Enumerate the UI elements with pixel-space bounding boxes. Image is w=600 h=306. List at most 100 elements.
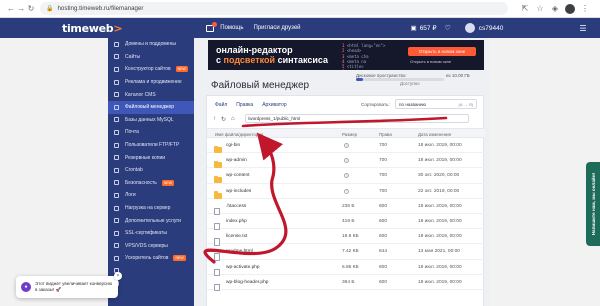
notifications-icon[interactable] [206,21,218,32]
folder-icon [214,175,222,184]
table-row[interactable]: wp-blog-header.php 364 Б 600 18 июл. 2019, … [207,275,485,292]
open-new-window-button[interactable]: Открыть в новом окне [408,47,476,56]
size-unknown-icon[interactable]: ? [344,143,349,148]
sidebar-item-12[interactable]: Логи [108,189,194,202]
extensions-icon[interactable]: ◈ [550,4,560,14]
sidebar-item-15[interactable]: SSL-сертификаты [108,227,194,240]
bell-icon[interactable]: ♡ [444,24,450,32]
invite-friends-link[interactable]: Пригласи друзей [253,25,300,31]
size-unknown-icon[interactable]: ? [344,188,349,194]
reload-icon[interactable]: ↻ [26,4,36,14]
file-permissions[interactable]: 600 [379,234,387,239]
col-permissions[interactable]: Права [379,132,392,137]
sidebar-item-icon [114,230,119,236]
sidebar-item-label: Пользователи FTP/FTP [125,142,180,149]
file-name[interactable]: .htaccess [226,204,246,209]
forward-icon[interactable]: → [16,4,26,14]
table-row[interactable]: license.txt 19.9 КБ 600 18 июл. 2019, 00:00 [207,229,485,246]
table-row[interactable]: wp-content? 700 30 окт. 2020, 00:00 [207,168,485,184]
refresh-icon[interactable]: ↻ [221,116,226,123]
file-permissions[interactable]: 700 [379,173,387,178]
conversion-widget[interactable]: ● Этот виджет увеличивает конверсию в за… [16,272,122,298]
sidebar-item-icon [114,41,119,47]
table-row[interactable]: .htaccess 235 Б 600 18 июл. 2019, 00:00 [207,199,485,216]
up-arrow-icon[interactable]: ↑ [213,116,216,123]
table-row[interactable]: index.php 418 Б 600 18 июл. 2019, 00:00 [207,214,485,231]
sidebar-item-7[interactable]: Почта [108,126,194,139]
chat-icon: ● [21,282,31,292]
sidebar-item-label: Ускоритель сайтов [125,255,169,262]
sidebar-item-16[interactable]: VPS/VDS серверы [108,240,194,253]
file-permissions[interactable]: 600 [379,265,387,270]
open-new-window-link[interactable]: Открыть в новом окне [410,59,451,64]
file-name[interactable]: wp-activate.php [226,265,260,270]
address-bar[interactable]: 🔒 hosting.timeweb.ru/filemanager [40,2,508,15]
file-size: 7.42 КБ [342,249,359,255]
editor-promo-banner[interactable]: онлайн-редактор с подсветкой синтаксиса … [208,40,484,70]
menu-edit[interactable]: Правка [236,102,253,108]
sidebar-item-0[interactable]: Домены и поддомены [108,38,194,51]
disk-available: Доступно [400,81,420,86]
right-background: Напишите нам, мы онлайн! [490,38,600,306]
file-permissions[interactable]: 700 [379,189,387,194]
sidebar-item-4[interactable]: Каталог CMS [108,88,194,101]
menu-archiver[interactable]: Архиватор [262,102,286,108]
table-row[interactable]: wp-admin? 700 18 июл. 2019, 00:00 [207,153,485,169]
sidebar-item-19[interactable] [108,277,194,290]
table-row[interactable]: cgi-bin? 700 18 июл. 2019, 00:00 [207,138,485,154]
sidebar-item-9[interactable]: Резервные копии [108,151,194,164]
sidebar-item-10[interactable]: Crontab [108,164,194,177]
col-date[interactable]: Дата изменения [418,132,451,137]
col-name[interactable]: Имя файла/директории [215,132,263,137]
sidebar-item-3[interactable]: Реклама и продвижение [108,76,194,89]
file-permissions[interactable]: 600 [379,280,387,285]
file-name[interactable]: readme.html [226,249,253,254]
size-unknown-icon[interactable]: ? [344,173,349,179]
file-permissions[interactable]: 700 [379,158,387,163]
file-name[interactable]: license.txt [226,234,247,239]
back-icon[interactable]: ← [6,4,16,14]
star-icon[interactable]: ☆ [535,4,545,14]
sidebar-item-8[interactable]: Пользователи FTP/FTP [108,139,194,152]
col-size[interactable]: Размер [342,132,357,137]
sidebar-item-17[interactable]: Ускоритель сайтов NEW [108,252,194,265]
sidebar-item-13[interactable]: Нагрузка на сервер [108,202,194,215]
file-name[interactable]: cgi-bin [226,143,240,148]
username: cs79440 [478,24,504,32]
file-name[interactable]: wp-blog-header.php [226,280,268,285]
timeweb-logo[interactable]: timeweb> [62,22,123,35]
user-menu[interactable]: cs79440 [464,23,504,33]
sidebar-item-1[interactable]: Сайты [108,51,194,64]
sidebar-item-icon [114,129,119,135]
close-icon[interactable]: × [114,272,122,280]
file-permissions[interactable]: 700 [379,143,387,148]
sidebar-item-5[interactable]: Файловый менеджер [108,100,194,114]
balance[interactable]: ▣ 657 ₽ [411,24,437,32]
file-name[interactable]: wp-includes [226,189,251,194]
help-link[interactable]: Помощь [220,25,243,31]
sidebar-item-6[interactable]: Базы данных MySQL [108,114,194,127]
sidebar-item-2[interactable]: Конструктор сайтов NEW [108,63,194,76]
file-permissions[interactable]: 600 [379,204,387,209]
sidebar-item-14[interactable]: Дополнительные услуги [108,214,194,227]
table-row[interactable]: wp-includes? 700 22 окт. 2019, 00:00 [207,184,485,199]
menu-icon[interactable]: ⋮ [580,4,590,14]
file-name[interactable]: index.php [226,219,247,224]
share-icon[interactable]: ⇱ [520,4,530,14]
sidebar-item-label: Резервные копии [125,154,166,161]
feedback-tab[interactable]: Напишите нам, мы онлайн! [586,162,600,246]
menu-file[interactable]: Файл [215,102,227,108]
path-input[interactable]: /wordpress_1/public_html [245,114,469,123]
file-name[interactable]: wp-admin [226,158,247,163]
home-icon[interactable]: ⌂ [231,116,235,123]
table-row[interactable]: wp-activate.php 6.86 КБ 600 18 июл. 2019, 0… [207,260,485,276]
size-unknown-icon[interactable]: ? [344,158,349,164]
file-name[interactable]: wp-content [226,173,249,178]
file-permissions[interactable]: 644 [379,249,387,254]
file-permissions[interactable]: 600 [379,219,387,224]
sort-select[interactable]: по названию (А → Я) [395,99,477,109]
table-row[interactable]: readme.html 7.42 КБ 644 13 мая 2021, 00:00 [207,244,485,261]
sidebar-item-11[interactable]: Безопасность NEW [108,177,194,190]
hamburger-icon[interactable]: ☰ [579,24,586,33]
profile-icon[interactable] [565,3,575,14]
